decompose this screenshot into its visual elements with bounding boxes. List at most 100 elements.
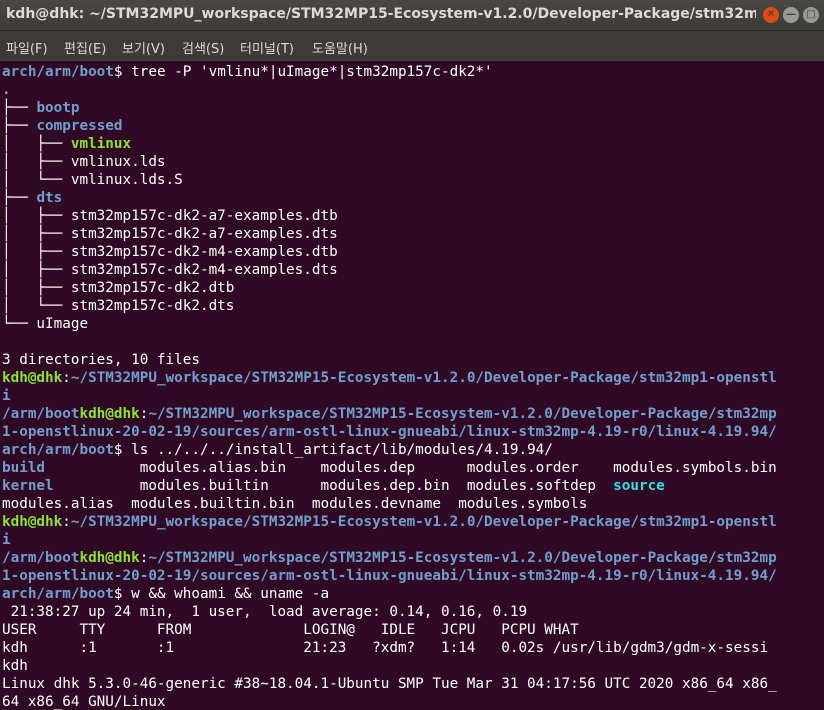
terminal-line: kdh@dhk:~/STM32MPU_workspace/STM32MP15-E… (2, 369, 777, 387)
terminal-text: │ ├── stm32mp157c-dk2-m4-examples.dtb (2, 244, 338, 260)
terminal-text: USER TTY FROM LOGIN@ IDLE JCPU PCPU WHAT (2, 622, 579, 638)
terminal-text: . (2, 82, 11, 98)
terminal-line: /arm/bootkdh@dhk:~/STM32MPU_workspace/ST… (2, 405, 777, 423)
terminal-text: modules.builtin modules.dep.bin modules.… (53, 478, 614, 494)
terminal-output[interactable]: arch/arm/boot$ tree -P 'vmlinu*|uImage*|… (2, 63, 824, 710)
terminal-line: │ └── vmlinux.lds.S (2, 171, 183, 189)
terminal-line: 21:38:27 up 24 min, 1 user, load average… (2, 603, 527, 621)
terminal-text: └── uImage (2, 316, 89, 332)
terminal-text: build (2, 460, 46, 476)
menu-edit[interactable]: 편집(E) (64, 38, 106, 57)
terminal-line: 64 x86_64 GNU/Linux (2, 693, 166, 710)
terminal-text: compressed (36, 118, 123, 134)
terminal-line: arch/arm/boot$ tree -P 'vmlinu*|uImage*|… (2, 63, 493, 81)
terminal-line: │ └── stm32mp157c-dk2.dts (2, 297, 234, 315)
terminal-text: 3 directories, 10 files (2, 352, 200, 368)
terminal-text: Linux dhk 5.3.0-46-generic #38~18.04.1-U… (2, 676, 777, 692)
terminal-text: $ ls ../../../install_artifact/lib/modul… (113, 442, 553, 458)
terminal-line: │ ├── stm32mp157c-dk2-m4-examples.dts (2, 261, 338, 279)
terminal-text: /arm/boot (2, 406, 80, 422)
terminal-text: ├── (2, 118, 37, 134)
terminal-line: │ ├── stm32mp157c-dk2-a7-examples.dtb (2, 207, 338, 225)
terminal-text: 64 x86_64 GNU/Linux (2, 694, 166, 710)
terminal-text: i (2, 388, 11, 404)
terminal-line: └── uImage (2, 315, 88, 333)
title-bar[interactable]: kdh@dhk: ~/STM32MPU_workspace/STM32MP15-… (0, 0, 824, 31)
menu-view[interactable]: 보기(V) (122, 38, 165, 57)
terminal-line: 1-openstlinux-20-02-19/sources/arm-ostl-… (2, 567, 777, 585)
terminal-text: │ ├── stm32mp157c-dk2-a7-examples.dts (2, 226, 338, 242)
terminal-text: │ └── vmlinux.lds.S (2, 172, 183, 188)
terminal-line: kdh (2, 657, 28, 675)
minimize-icon[interactable]: — (783, 7, 799, 23)
terminal-line: │ ├── stm32mp157c-dk2-m4-examples.dtb (2, 243, 338, 261)
terminal-text: │ └── stm32mp157c-dk2.dts (2, 298, 235, 314)
terminal-text: ├── (2, 100, 37, 116)
terminal-text: 1-openstlinux-20-02-19/sources/arm-ostl-… (2, 568, 777, 584)
terminal-line: kernel modules.builtin modules.dep.bin m… (2, 477, 665, 495)
menu-bar: 파일(F) 편집(E) 보기(V) 검색(S) 터미널(T) 도움말(H) (0, 31, 824, 61)
terminal-text: $ tree -P 'vmlinu*|uImage*|stm32mp157c-d… (113, 64, 493, 80)
terminal-text: ~/STM32MPU_workspace/STM32MP15-Ecosystem… (148, 550, 777, 566)
menu-help[interactable]: 도움말(H) (312, 38, 368, 57)
terminal-text: ~/STM32MPU_workspace/STM32MP15-Ecosystem… (70, 514, 777, 530)
terminal-line: kdh :1 :1 21:23 ?xdm? 1:14 0.02s /usr/li… (2, 639, 768, 657)
terminal-text: kernel (2, 478, 54, 494)
terminal-text: dts (36, 190, 63, 206)
terminal-text: arch/arm/boot (2, 64, 114, 80)
terminal-text: ~/STM32MPU_workspace/STM32MP15-Ecosystem… (148, 406, 777, 422)
terminal-line: i (2, 531, 11, 549)
terminal-text: kdh@dhk (2, 514, 63, 530)
terminal-line: modules.alias modules.builtin.bin module… (2, 495, 587, 513)
terminal-line: │ ├── vmlinux.lds (2, 153, 166, 171)
terminal-text: vmlinux (70, 136, 132, 152)
terminal-line: │ ├── stm32mp157c-dk2.dtb (2, 279, 234, 297)
terminal-line: arch/arm/boot$ w && whoami && uname -a (2, 585, 329, 603)
terminal-text: │ ├── stm32mp157c-dk2-a7-examples.dtb (2, 208, 338, 224)
terminal-text: │ ├── stm32mp157c-dk2-m4-examples.dts (2, 262, 338, 278)
terminal-text: kdh :1 :1 21:23 ?xdm? 1:14 0.02s /usr/li… (2, 640, 769, 656)
terminal-line: . (2, 81, 11, 99)
terminal-text: arch/arm/boot (2, 442, 114, 458)
terminal-line: ├── bootp (2, 99, 79, 117)
terminal-text: ├── (2, 190, 37, 206)
terminal-text: │ ├── vmlinux.lds (2, 154, 166, 170)
terminal-line: build modules.alias.bin modules.dep modu… (2, 459, 777, 477)
menu-search[interactable]: 검색(S) (182, 38, 224, 57)
terminal-text: ~/STM32MPU_workspace/STM32MP15-Ecosystem… (70, 370, 777, 386)
terminal-line: arch/arm/boot$ ls ../../../install_artif… (2, 441, 553, 459)
terminal-text: │ ├── stm32mp157c-dk2.dtb (2, 280, 235, 296)
terminal-text: source (613, 478, 665, 494)
terminal-text: kdh@dhk (79, 406, 140, 422)
terminal-text: modules.alias modules.builtin.bin module… (2, 496, 588, 512)
maximize-icon[interactable]: □ (803, 7, 819, 23)
terminal-text: /arm/boot (2, 550, 80, 566)
close-icon[interactable]: ✕ (763, 7, 779, 23)
terminal-line: /arm/bootkdh@dhk:~/STM32MPU_workspace/ST… (2, 549, 777, 567)
terminal-text: $ w && whoami && uname -a (113, 586, 330, 602)
terminal-line: kdh@dhk:~/STM32MPU_workspace/STM32MP15-E… (2, 513, 777, 531)
terminal-text: kdh@dhk (79, 550, 140, 566)
terminal-text: kdh@dhk (2, 370, 63, 386)
terminal-text: : (62, 514, 71, 530)
terminal-line: i (2, 387, 11, 405)
menu-file[interactable]: 파일(F) (6, 38, 48, 57)
terminal-text: bootp (36, 100, 80, 116)
terminal-text: │ ├── (2, 136, 71, 152)
terminal-line: 1-openstlinux-20-02-19/sources/arm-ostl-… (2, 423, 777, 441)
menu-terminal[interactable]: 터미널(T) (240, 38, 294, 57)
terminal-line: │ ├── stm32mp157c-dk2-a7-examples.dts (2, 225, 338, 243)
terminal-text: 21:38:27 up 24 min, 1 user, load average… (2, 604, 528, 620)
terminal-line: 3 directories, 10 files (2, 351, 200, 369)
terminal-line: │ ├── vmlinux (2, 135, 131, 153)
terminal-text: arch/arm/boot (2, 586, 114, 602)
terminal-text: i (2, 532, 11, 548)
terminal-text: modules.alias.bin modules.dep modules.or… (45, 460, 777, 476)
terminal-text: : (62, 370, 71, 386)
terminal-text: 1-openstlinux-20-02-19/sources/arm-ostl-… (2, 424, 777, 440)
terminal-line: Linux dhk 5.3.0-46-generic #38~18.04.1-U… (2, 675, 777, 693)
terminal-line: USER TTY FROM LOGIN@ IDLE JCPU PCPU WHAT (2, 621, 579, 639)
window-title: kdh@dhk: ~/STM32MPU_workspace/STM32MP15-… (6, 6, 756, 22)
terminal-line: ├── dts (2, 189, 62, 207)
terminal-text: kdh (2, 658, 28, 674)
